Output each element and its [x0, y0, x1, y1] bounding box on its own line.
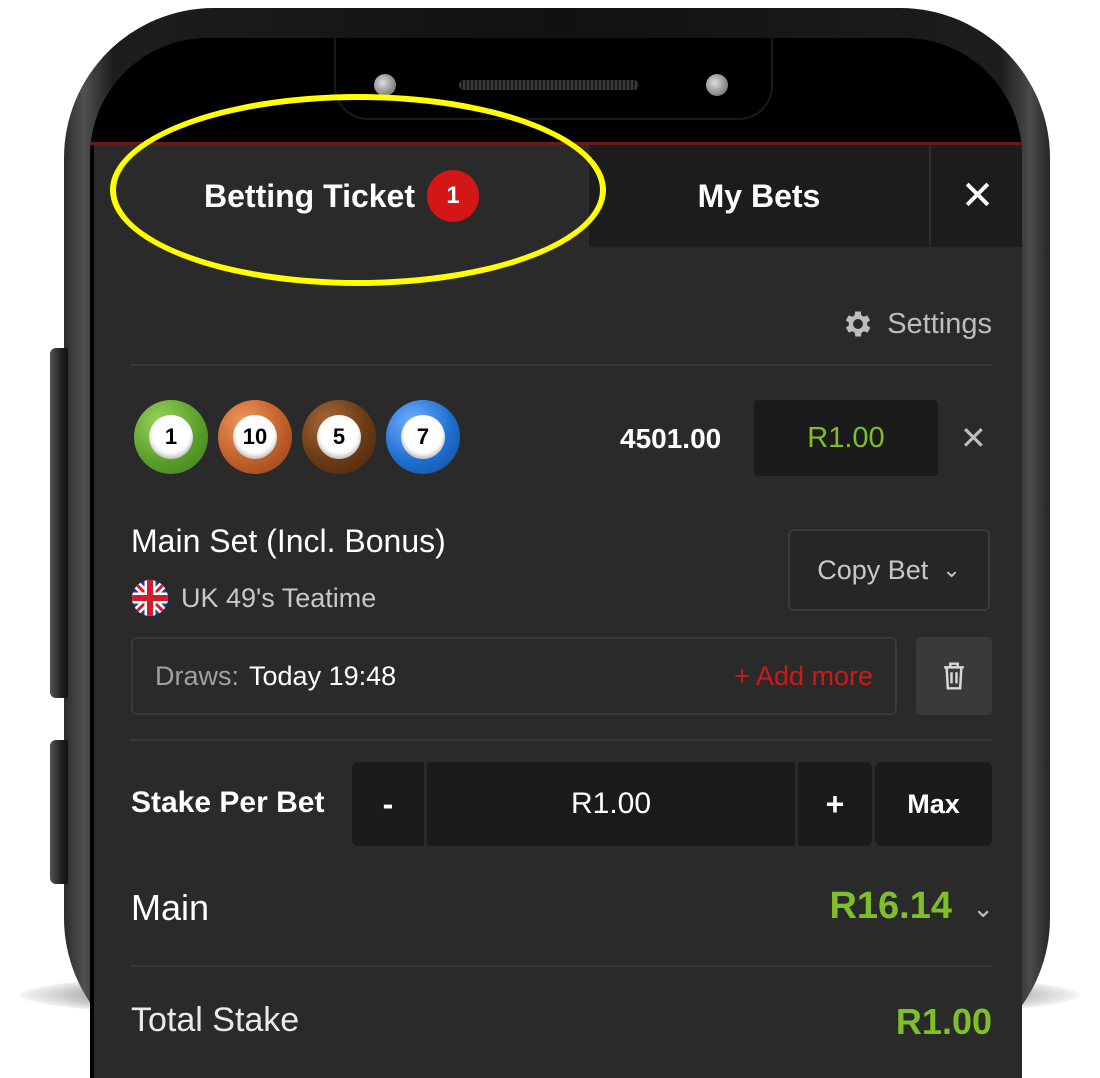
betslip-panel: Betting Ticket 1 My Bets ✕ Settings 1 10… [94, 145, 1022, 1078]
draws-row: Draws: Today 19:48 + Add more [131, 637, 897, 715]
remove-selection-icon[interactable]: ✕ [960, 419, 987, 457]
stake-increase-button[interactable]: + [798, 762, 872, 846]
copy-bet-label: Copy Bet [817, 554, 929, 585]
main-returns-label: Main [131, 887, 210, 928]
lottery-ball: 5 [302, 400, 376, 474]
copy-bet-dropdown[interactable]: Copy Bet ⌄ [788, 529, 990, 611]
close-icon: ✕ [960, 174, 995, 218]
phone-screen: Betting Ticket 1 My Bets ✕ Settings 1 10… [90, 38, 1022, 1078]
betslip-tabs: Betting Ticket 1 My Bets ✕ [94, 145, 1022, 247]
ball-number: 10 [233, 415, 277, 459]
draws-label: Draws: [155, 660, 240, 691]
add-more-link[interactable]: + Add more [734, 661, 873, 692]
event-name-label: UK 49's Teatime [181, 582, 377, 613]
divider [130, 364, 992, 366]
ball-number: 1 [149, 415, 193, 459]
ticket-count-badge: 1 [427, 170, 479, 222]
speaker-grille [459, 80, 639, 90]
draws-value: Today 19:48 [249, 660, 397, 691]
market-title: Main Set (Incl. Bonus) [131, 523, 446, 559]
delete-button[interactable] [916, 637, 992, 715]
lottery-ball: 1 [134, 400, 208, 474]
stake-per-bet-label: Stake Per Bet [131, 786, 325, 819]
total-stake-label: Total Stake [131, 1001, 300, 1039]
event-name: UK 49's Teatime [131, 579, 376, 617]
camera-icon [374, 74, 396, 96]
ball-number: 5 [317, 415, 361, 459]
settings-label: Settings [887, 307, 992, 340]
uk-flag-icon [132, 580, 168, 616]
tab-my-bets-label: My Bets [697, 177, 821, 214]
close-button[interactable]: ✕ [929, 145, 1022, 247]
max-stake-button[interactable]: Max [875, 762, 992, 846]
stake-decrease-button[interactable]: - [352, 762, 424, 846]
total-stake-value: R1.00 [895, 1001, 992, 1042]
selection-stake-input[interactable]: R1.00 [754, 400, 938, 476]
settings-button[interactable]: Settings [841, 307, 992, 341]
tab-betting-ticket-label: Betting Ticket [204, 177, 415, 214]
selection-odds: 4501.00 [620, 423, 722, 454]
chevron-down-icon[interactable]: ⌄ [972, 893, 994, 924]
ball-number: 7 [401, 415, 445, 459]
tab-my-bets[interactable]: My Bets [589, 145, 929, 247]
main-returns-value: R16.14 [829, 885, 952, 927]
phone-side-button [50, 740, 68, 884]
stake-per-bet-input[interactable]: R1.00 [427, 762, 795, 846]
sensor-icon [706, 74, 728, 96]
phone-side-button [50, 348, 68, 698]
gear-icon [846, 311, 871, 337]
divider [130, 965, 992, 967]
tab-betting-ticket[interactable]: Betting Ticket 1 [94, 145, 589, 247]
phone-notch [334, 38, 773, 120]
divider [130, 739, 992, 741]
lottery-ball: 7 [386, 400, 460, 474]
chevron-down-icon: ⌄ [942, 557, 961, 582]
trash-icon [944, 662, 964, 690]
lottery-ball: 10 [218, 400, 292, 474]
